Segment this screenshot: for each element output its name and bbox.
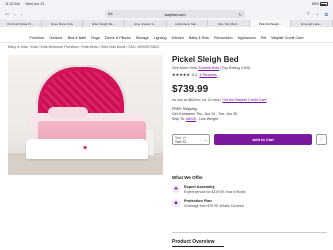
category-nav: Furniture Outdoor Bed & Bath Rugs Décor & Pi…: [0, 33, 333, 43]
nav-item-lighting[interactable]: Lighting: [154, 36, 167, 40]
text-size-button[interactable]: AA: [108, 12, 113, 16]
overview-underline: [172, 246, 224, 247]
browser-tab[interactable]: Emerald Lake...: [291, 20, 333, 27]
forward-icon[interactable]: ›: [21, 12, 23, 17]
rating-row[interactable]: ★★★★★ 5.0 1 Reviews: [172, 72, 327, 78]
back-icon[interactable]: ‹: [14, 12, 16, 17]
zip-code-link[interactable]: 68026: [186, 117, 196, 121]
divider: [172, 232, 327, 233]
nav-item-storage[interactable]: Storage: [136, 36, 149, 40]
add-to-cart-button[interactable]: Add to Cart: [214, 134, 312, 145]
nav-item-pet[interactable]: Pet: [261, 36, 267, 40]
offer-item-protection[interactable]: ◆ Protection Plan Coverage from $75.99. …: [172, 199, 327, 208]
url-text: wayfair.com: [164, 11, 186, 17]
shield-icon: ◆: [172, 199, 180, 207]
browser-tab[interactable]: Evie Classic S...: [125, 20, 167, 27]
offer-title: What We Offer: [172, 175, 203, 180]
battery-percent: 85%: [311, 2, 319, 6]
offer-item-title: Protection Plan: [184, 199, 212, 203]
star-rating-icon: ★★★★★: [172, 73, 191, 77]
brand-prefix: See More from: [172, 66, 198, 70]
reviews-link[interactable]: 1 Reviews: [199, 73, 217, 77]
ship-to-label: Ship To:: [172, 117, 185, 121]
nav-item-renovation[interactable]: Renovation: [214, 36, 233, 40]
size-select[interactable]: Size: (*) Twin XL ⌄: [172, 134, 210, 145]
offer-item-detail: Expert service for $219.99. How it Works: [184, 190, 246, 194]
ship-to-line: Ship To: 68026 - Low Weight: [172, 117, 327, 122]
status-bar: 11:22 AM Wed Jun 23 85%: [0, 0, 333, 8]
browser-tab[interactable]: Ellen Sleigh Be...: [83, 20, 125, 27]
product-price: $739.99: [172, 84, 209, 95]
shipping-info: FREE Shipping Get it between Thu, Jun 24…: [172, 107, 327, 122]
sidebar-icon[interactable]: ▭: [5, 11, 9, 17]
address-bar[interactable]: AA wayfair.com ↻: [105, 10, 245, 18]
product-title: Pickel Sleigh Bed: [172, 55, 239, 64]
status-time: 11:22 AM: [5, 2, 20, 6]
rating-value: 5.0: [192, 72, 198, 77]
breadcrumb[interactable]: Baby & Kids / Kids / Kids Bedroom Furnit…: [8, 45, 159, 49]
offer-item-title: Expert Assembly: [184, 185, 215, 189]
new-tab-icon[interactable]: +: [316, 12, 319, 17]
nav-item-kitchen[interactable]: Kitchen: [172, 36, 184, 40]
offer-section: What We Offer ✚ Expert Assembly Expert s…: [172, 175, 327, 208]
nav-item-wayfair-credit-card[interactable]: Wayfair Credit Card: [271, 36, 303, 40]
chevron-down-icon: ⌄: [204, 138, 207, 142]
heart-favorite-icon[interactable]: ♡: [316, 134, 327, 145]
offer-item-detail: Coverage from $75.99. What's Covered: [184, 204, 244, 208]
tabs-overview-icon[interactable]: ⧉: [325, 12, 328, 17]
tools-icon: ✚: [172, 185, 180, 193]
browser-toolbar: ▭ ‹ › AA wayfair.com ↻ ⇪ + ⧉: [0, 8, 333, 20]
purchase-row: Size: (*) Twin XL ⌄ Add to Cart ♡: [172, 134, 327, 145]
credit-card-link[interactable]: Get the Wayfair Credit Card: [222, 98, 266, 102]
battery-level: [321, 3, 326, 5]
nav-item-bed-bath[interactable]: Bed & Bath: [68, 36, 87, 40]
nav-item-rugs[interactable]: Rugs: [91, 36, 100, 40]
heart-icon: ♥: [83, 145, 88, 152]
bed-pillow: [48, 107, 88, 118]
financing-info: As low as $62/mo. for 12 mos† Get the Wa…: [172, 98, 327, 102]
product-info: Pickel Sleigh Bed See More from Zoomie K…: [172, 55, 327, 122]
share-icon[interactable]: ⇪: [306, 11, 310, 17]
brand-link[interactable]: Zoomie Kids: [198, 66, 219, 70]
nav-item-outdoor[interactable]: Outdoor: [49, 36, 62, 40]
product-overview-heading[interactable]: Product Overview: [172, 239, 215, 245]
brand-rating: (Top Rating 4.6/5): [220, 66, 251, 70]
browser-tab[interactable]: Pink Kid Sleigh...: [249, 20, 292, 27]
financing-text: As low as $62/mo. for 12 mos†: [172, 98, 222, 102]
status-date: Wed Jun 23: [25, 2, 45, 6]
browser-tab[interactable]: Kid Kraft Rosie Pl...: [0, 20, 42, 27]
brand-line: See More from Zoomie Kids (Top Rating 4.…: [172, 66, 327, 70]
product-image[interactable]: ♥: [8, 55, 163, 175]
reload-icon[interactable]: ↻: [239, 12, 242, 17]
battery-icon: [320, 2, 328, 6]
nav-item-appliances[interactable]: Appliances: [238, 36, 256, 40]
battery-indicator: 85%: [312, 2, 328, 6]
browser-tab[interactable]: Hollenbeck Slei...: [167, 20, 209, 27]
browser-tab-bar: Kid Kraft Rosie Pl... Rose Marie Kids Elle…: [0, 20, 333, 27]
size-value: Twin XL: [175, 140, 187, 144]
browser-tab[interactable]: Rose Marie Kids: [42, 20, 84, 27]
nav-item-d-cor-pillows[interactable]: Décor & Pillows: [105, 36, 131, 40]
nav-item-baby-kids[interactable]: Baby & Kids: [189, 36, 209, 40]
browser-tab[interactable]: Kids Twin Bed...: [208, 20, 250, 27]
offer-item-assembly[interactable]: ✚ Expert Assembly Expert service for $21…: [172, 185, 327, 194]
shipping-weight-note: - Low Weight: [196, 117, 218, 121]
nav-item-furniture[interactable]: Furniture: [30, 36, 45, 40]
